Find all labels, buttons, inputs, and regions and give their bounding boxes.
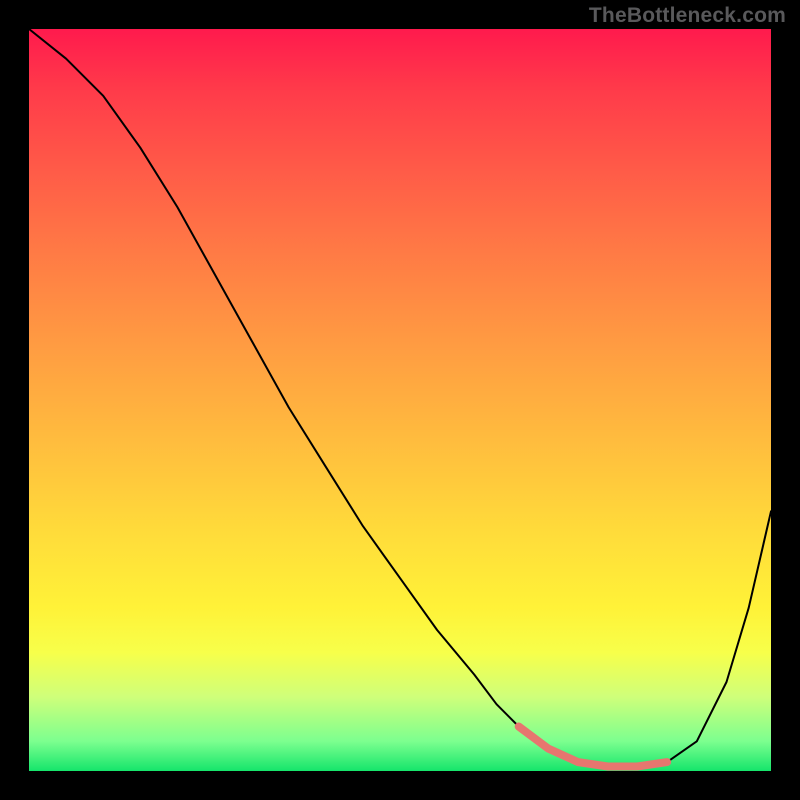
chart-frame: TheBottleneck.com	[0, 0, 800, 800]
watermark-text: TheBottleneck.com	[589, 4, 786, 28]
curve-main	[29, 29, 771, 767]
plot-area	[29, 29, 771, 771]
bottleneck-curve	[29, 29, 771, 771]
curve-highlight	[519, 727, 667, 767]
